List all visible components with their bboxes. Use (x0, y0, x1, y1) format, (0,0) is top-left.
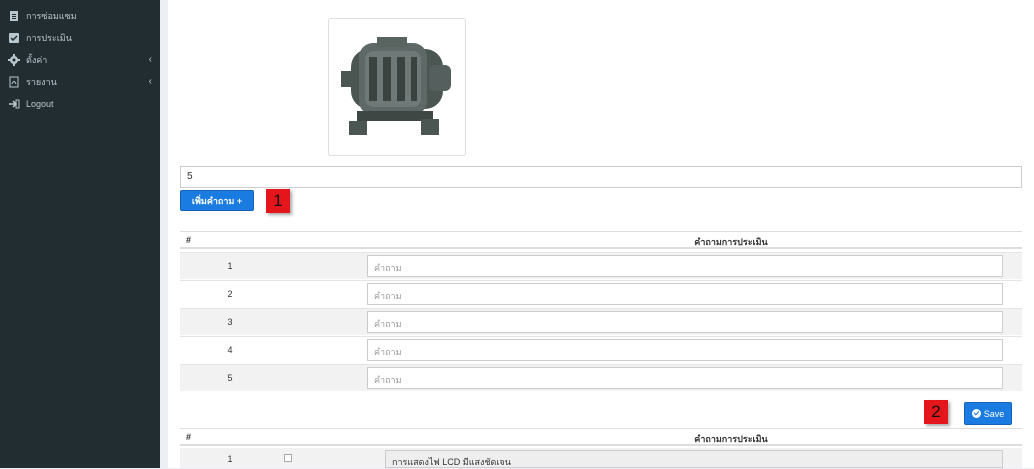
row-number: 2 (227, 289, 233, 299)
row-number: 4 (227, 345, 233, 355)
content-panel: 5 เพิ่มคำถาม + 1 # คำถามการประเมิน 1 คำถ… (168, 0, 1034, 468)
machine-image (341, 37, 451, 135)
sidebar-item-assessment[interactable]: การประเมิน (8, 29, 156, 47)
question-input[interactable]: คำถาม (367, 283, 1003, 305)
row-number: 1 (227, 261, 233, 271)
column-header-question: คำถามการประเมิน (694, 237, 768, 247)
row-number: 5 (227, 373, 233, 383)
chevron-left-icon: ‹ (148, 54, 152, 65)
row-number: 1 (227, 454, 233, 464)
sidebar: การซ่อมแซม การประเมิน ตั้งค่า ‹ รายงาน ‹… (0, 0, 160, 468)
question-input[interactable]: คำถาม (367, 367, 1003, 389)
sidebar-item-label: ตั้งค่า (26, 55, 48, 65)
table-row: 1 การแสดงไฟ LCD มีแสงชัดเจน (180, 448, 1022, 468)
table-row: 4 คำถาม (180, 336, 1022, 363)
save-button-label: Save (983, 408, 1005, 419)
table-row: 3 คำถาม (180, 308, 1022, 335)
sidebar-item-label: การประเมิน (26, 33, 72, 43)
row-number: 3 (227, 317, 233, 327)
saved-questions-table-header: # คำถามการประเมิน (180, 428, 1022, 446)
question-input[interactable]: คำถาม (367, 255, 1003, 277)
table-row: 1 คำถาม (180, 252, 1022, 279)
question-text: การแสดงไฟ LCD มีแสงชัดเจน (385, 450, 1003, 468)
question-input[interactable]: คำถาม (367, 311, 1003, 333)
sidebar-item-label: Logout (26, 99, 54, 109)
questions-table-header: # คำถามการประเมิน (180, 231, 1022, 249)
sidebar-item-reports[interactable]: รายงาน ‹ (8, 73, 156, 91)
save-button[interactable]: Save (964, 402, 1012, 425)
annotation-marker-2: 2 (924, 400, 948, 424)
equipment-image (328, 18, 466, 156)
question-input[interactable]: คำถาม (367, 339, 1003, 361)
sidebar-item-label: รายงาน (26, 77, 57, 87)
question-count-input[interactable]: 5 (180, 166, 1022, 188)
check-circle-icon (971, 409, 981, 418)
gear-icon (8, 54, 20, 66)
main-content: 5 เพิ่มคำถาม + 1 # คำถามการประเมิน 1 คำถ… (160, 0, 1034, 468)
sign-out-icon (8, 98, 20, 110)
document-icon (8, 10, 20, 22)
pdf-icon (8, 76, 20, 88)
sidebar-item-label: การซ่อมแซม (26, 11, 77, 21)
sidebar-item-repair[interactable]: การซ่อมแซม (8, 7, 156, 25)
table-row: 2 คำถาม (180, 280, 1022, 307)
column-header-question: คำถามการประเมิน (694, 434, 768, 444)
row-checkbox[interactable] (284, 454, 292, 462)
annotation-marker-1: 1 (266, 189, 290, 213)
chevron-left-icon: ‹ (148, 76, 152, 87)
sidebar-item-settings[interactable]: ตั้งค่า ‹ (8, 51, 156, 69)
sidebar-item-logout[interactable]: Logout (8, 95, 156, 113)
add-question-button[interactable]: เพิ่มคำถาม + (180, 190, 254, 211)
table-row: 5 คำถาม (180, 364, 1022, 391)
checkbox-icon (8, 32, 20, 44)
